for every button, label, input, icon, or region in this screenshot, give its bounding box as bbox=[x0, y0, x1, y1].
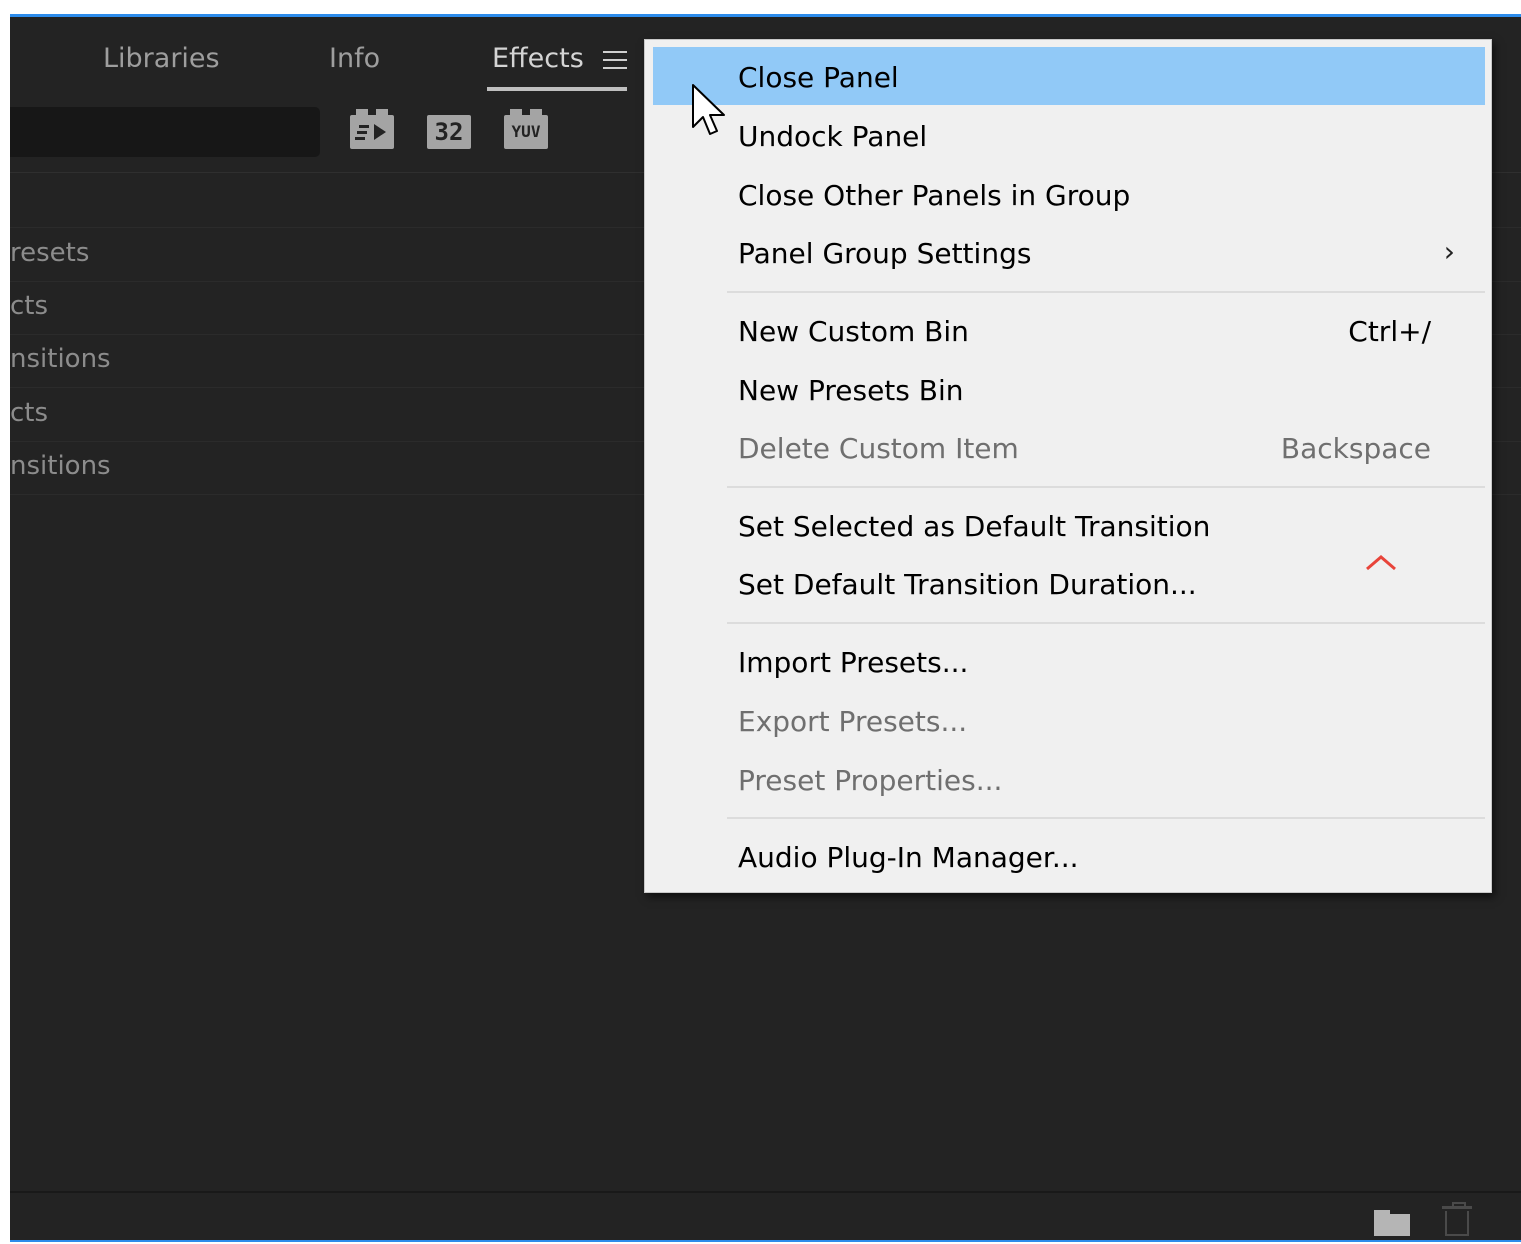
menu-separator bbox=[727, 486, 1485, 488]
list-item-label: resets bbox=[10, 238, 90, 268]
shortcut-label: Backspace bbox=[1280, 432, 1431, 465]
menu-item-new-presets-bin[interactable]: New Presets Bin bbox=[653, 360, 1485, 418]
menu-separator bbox=[727, 291, 1485, 293]
chevron-right-icon: › bbox=[1443, 235, 1455, 268]
menu-item-import-presets[interactable]: Import Presets... bbox=[653, 632, 1485, 690]
yuv-effects-icon[interactable]: YUV bbox=[504, 109, 548, 149]
list-item-label: nsitions bbox=[10, 344, 111, 374]
menu-separator bbox=[727, 817, 1485, 819]
panel-focus-border-bottom bbox=[10, 1240, 1521, 1242]
tab-effects[interactable]: Effects bbox=[492, 43, 584, 74]
panel-menu-icon[interactable] bbox=[600, 45, 630, 79]
menu-item-audio-plugin-manager[interactable]: Audio Plug-In Manager... bbox=[653, 827, 1485, 885]
menu-item-close-panel[interactable]: Close Panel bbox=[653, 47, 1485, 105]
panel-context-menu: Close Panel Undock Panel Close Other Pan… bbox=[644, 39, 1492, 893]
delete-trash-icon[interactable] bbox=[1442, 1202, 1472, 1238]
tab-libraries[interactable]: Libraries bbox=[103, 43, 220, 74]
menu-item-export-presets: Export Presets... bbox=[738, 705, 968, 738]
active-tab-indicator bbox=[487, 87, 627, 91]
new-bin-folder-icon[interactable] bbox=[1374, 1210, 1410, 1236]
list-item-label: cts bbox=[10, 291, 49, 321]
list-item-label: nsitions bbox=[10, 451, 111, 481]
chevron-up-icon bbox=[1366, 555, 1396, 571]
shortcut-label: Ctrl+/ bbox=[1348, 315, 1431, 348]
32-bit-color-icon[interactable]: 32 bbox=[427, 115, 471, 149]
menu-item-close-other-panels[interactable]: Close Other Panels in Group bbox=[653, 165, 1485, 223]
footer-divider bbox=[10, 1191, 1521, 1193]
menu-item-set-default-transition[interactable]: Set Selected as Default Transition bbox=[653, 496, 1485, 554]
tab-info[interactable]: Info bbox=[329, 43, 380, 74]
menu-item-delete-custom-item: Delete Custom Item Backspace bbox=[738, 432, 1431, 465]
menu-item-set-default-transition-duration[interactable]: Set Default Transition Duration... bbox=[653, 554, 1485, 612]
search-input[interactable] bbox=[10, 107, 320, 157]
menu-item-panel-group-settings[interactable]: Panel Group Settings › bbox=[653, 223, 1485, 281]
menu-separator bbox=[727, 622, 1485, 624]
mouse-pointer-icon bbox=[692, 84, 725, 135]
menu-item-new-custom-bin[interactable]: New Custom Bin Ctrl+/ bbox=[653, 301, 1485, 359]
accelerated-effects-icon[interactable] bbox=[350, 109, 394, 149]
menu-item-preset-properties: Preset Properties... bbox=[738, 764, 1003, 797]
menu-item-undock-panel[interactable]: Undock Panel bbox=[653, 106, 1485, 164]
list-item-label: cts bbox=[10, 398, 49, 428]
